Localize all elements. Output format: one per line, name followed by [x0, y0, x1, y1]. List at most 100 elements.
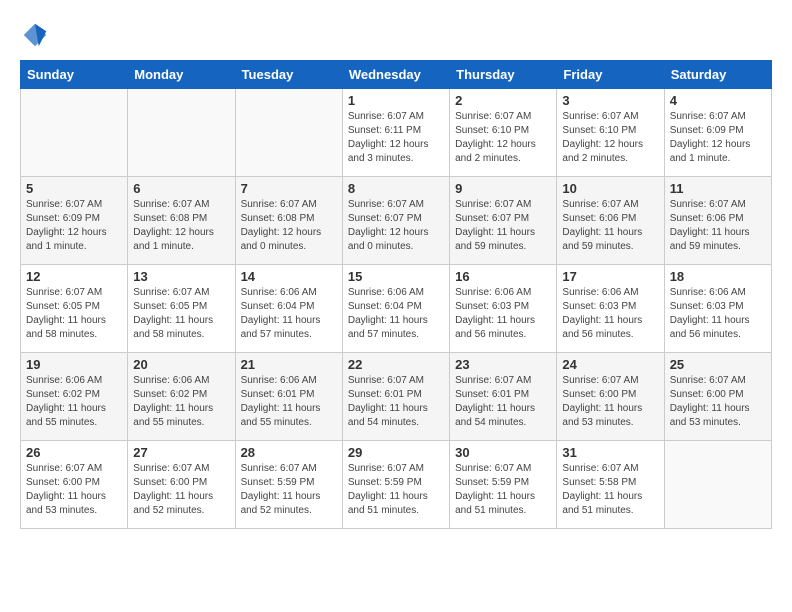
calendar-cell: 29 Sunrise: 6:07 AM Sunset: 5:59 PM Dayli…: [342, 441, 449, 529]
day-info: Sunrise: 6:07 AM Sunset: 6:11 PM Dayligh…: [348, 110, 444, 166]
calendar-cell: 10 Sunrise: 6:07 AM Sunset: 6:06 PM Dayli…: [557, 177, 664, 265]
calendar-week-1: 1 Sunrise: 6:07 AM Sunset: 6:11 PM Daylig…: [21, 89, 772, 177]
calendar-cell: 20 Sunrise: 6:06 AM Sunset: 6:02 PM Dayli…: [128, 353, 235, 441]
calendar-cell: [128, 89, 235, 177]
day-number: 15: [348, 269, 444, 284]
day-info: Sunrise: 6:07 AM Sunset: 6:00 PM Dayligh…: [670, 374, 766, 430]
day-info: Sunrise: 6:06 AM Sunset: 6:04 PM Dayligh…: [241, 286, 337, 342]
day-info: Sunrise: 6:07 AM Sunset: 6:06 PM Dayligh…: [562, 198, 658, 254]
day-info: Sunrise: 6:06 AM Sunset: 6:03 PM Dayligh…: [455, 286, 551, 342]
day-info: Sunrise: 6:06 AM Sunset: 6:03 PM Dayligh…: [562, 286, 658, 342]
day-info: Sunrise: 6:07 AM Sunset: 6:00 PM Dayligh…: [133, 462, 229, 518]
day-number: 7: [241, 181, 337, 196]
calendar-cell: 22Sunrise: 6:07 AM Sunset: 6:01 PM Dayli…: [342, 353, 449, 441]
day-number: 17: [562, 269, 658, 284]
calendar-cell: 2 Sunrise: 6:07 AM Sunset: 6:10 PM Daylig…: [450, 89, 557, 177]
day-number: 26: [26, 445, 122, 460]
day-info: Sunrise: 6:07 AM Sunset: 6:07 PM Dayligh…: [348, 198, 444, 254]
calendar-cell: 28Sunrise: 6:07 AM Sunset: 5:59 PM Dayli…: [235, 441, 342, 529]
logo: [20, 20, 54, 50]
day-info: Sunrise: 6:07 AM Sunset: 6:08 PM Dayligh…: [133, 198, 229, 254]
day-number: 25: [670, 357, 766, 372]
calendar-cell: 17 Sunrise: 6:06 AM Sunset: 6:03 PM Dayli…: [557, 265, 664, 353]
header-sunday: Sunday: [21, 61, 128, 89]
day-number: 1: [348, 93, 444, 108]
day-number: 29: [348, 445, 444, 460]
day-info: Sunrise: 6:07 AM Sunset: 6:09 PM Dayligh…: [670, 110, 766, 166]
day-info: Sunrise: 6:07 AM Sunset: 5:59 PM Dayligh…: [241, 462, 337, 518]
calendar-cell: 30 Sunrise: 6:07 AM Sunset: 5:59 PM Dayli…: [450, 441, 557, 529]
day-info: Sunrise: 6:06 AM Sunset: 6:02 PM Dayligh…: [133, 374, 229, 430]
day-number: 31: [562, 445, 658, 460]
calendar-cell: 23 Sunrise: 6:07 AM Sunset: 6:01 PM Dayli…: [450, 353, 557, 441]
calendar-cell: 26Sunrise: 6:07 AM Sunset: 6:00 PM Dayli…: [21, 441, 128, 529]
day-number: 20: [133, 357, 229, 372]
day-info: Sunrise: 6:07 AM Sunset: 5:59 PM Dayligh…: [455, 462, 551, 518]
calendar-cell: 4Sunrise: 6:07 AM Sunset: 6:09 PM Daylig…: [664, 89, 771, 177]
day-number: 13: [133, 269, 229, 284]
header-tuesday: Tuesday: [235, 61, 342, 89]
calendar-week-3: 12 Sunrise: 6:07 AM Sunset: 6:05 PM Dayli…: [21, 265, 772, 353]
calendar-cell: 13 Sunrise: 6:07 AM Sunset: 6:05 PM Dayli…: [128, 265, 235, 353]
calendar-cell: 24 Sunrise: 6:07 AM Sunset: 6:00 PM Dayli…: [557, 353, 664, 441]
calendar-cell: 1 Sunrise: 6:07 AM Sunset: 6:11 PM Daylig…: [342, 89, 449, 177]
calendar-cell: 11 Sunrise: 6:07 AM Sunset: 6:06 PM Dayli…: [664, 177, 771, 265]
day-number: 9: [455, 181, 551, 196]
day-number: 6: [133, 181, 229, 196]
calendar-cell: 14 Sunrise: 6:06 AM Sunset: 6:04 PM Dayli…: [235, 265, 342, 353]
day-number: 8: [348, 181, 444, 196]
day-info: Sunrise: 6:07 AM Sunset: 5:59 PM Dayligh…: [348, 462, 444, 518]
header-thursday: Thursday: [450, 61, 557, 89]
day-info: Sunrise: 6:07 AM Sunset: 6:01 PM Dayligh…: [455, 374, 551, 430]
calendar-cell: 6 Sunrise: 6:07 AM Sunset: 6:08 PM Daylig…: [128, 177, 235, 265]
calendar-cell: 5 Sunrise: 6:07 AM Sunset: 6:09 PM Daylig…: [21, 177, 128, 265]
day-number: 5: [26, 181, 122, 196]
day-number: 22: [348, 357, 444, 372]
day-info: Sunrise: 6:06 AM Sunset: 6:04 PM Dayligh…: [348, 286, 444, 342]
calendar-cell: [21, 89, 128, 177]
day-number: 2: [455, 93, 551, 108]
calendar-table: SundayMondayTuesdayWednesdayThursdayFrid…: [20, 60, 772, 529]
day-number: 23: [455, 357, 551, 372]
calendar-cell: 8 Sunrise: 6:07 AM Sunset: 6:07 PM Daylig…: [342, 177, 449, 265]
day-number: 12: [26, 269, 122, 284]
day-number: 14: [241, 269, 337, 284]
calendar-header-row: SundayMondayTuesdayWednesdayThursdayFrid…: [21, 61, 772, 89]
day-number: 10: [562, 181, 658, 196]
day-info: Sunrise: 6:07 AM Sunset: 6:05 PM Dayligh…: [133, 286, 229, 342]
calendar-week-4: 19 Sunrise: 6:06 AM Sunset: 6:02 PM Dayli…: [21, 353, 772, 441]
header-wednesday: Wednesday: [342, 61, 449, 89]
calendar-cell: [664, 441, 771, 529]
day-info: Sunrise: 6:07 AM Sunset: 6:09 PM Dayligh…: [26, 198, 122, 254]
header-friday: Friday: [557, 61, 664, 89]
day-number: 3: [562, 93, 658, 108]
calendar-week-5: 26 Sunrise: 6:07 AM Sunset: 6:00 PM Dayli…: [21, 441, 772, 529]
day-info: Sunrise: 6:06 AM Sunset: 6:03 PM Dayligh…: [670, 286, 766, 342]
calendar-cell: [235, 89, 342, 177]
day-info: Sunrise: 6:07 AM Sunset: 6:08 PM Dayligh…: [241, 198, 337, 254]
day-number: 21: [241, 357, 337, 372]
day-number: 11: [670, 181, 766, 196]
calendar-cell: 25 Sunrise: 6:07 AM Sunset: 6:00 PM Dayli…: [664, 353, 771, 441]
calendar-cell: 7 Sunrise: 6:07 AM Sunset: 6:08 PM Daylig…: [235, 177, 342, 265]
day-info: Sunrise: 6:07 AM Sunset: 6:00 PM Dayligh…: [562, 374, 658, 430]
calendar-cell: 18Sunrise: 6:06 AM Sunset: 6:03 PM Dayli…: [664, 265, 771, 353]
calendar-cell: 31Sunrise: 6:07 AM Sunset: 5:58 PM Dayli…: [557, 441, 664, 529]
day-info: Sunrise: 6:06 AM Sunset: 6:01 PM Dayligh…: [241, 374, 337, 430]
calendar-cell: 3 Sunrise: 6:07 AM Sunset: 6:10 PM Daylig…: [557, 89, 664, 177]
calendar-cell: 12 Sunrise: 6:07 AM Sunset: 6:05 PM Dayli…: [21, 265, 128, 353]
day-number: 30: [455, 445, 551, 460]
calendar-week-2: 5 Sunrise: 6:07 AM Sunset: 6:09 PM Daylig…: [21, 177, 772, 265]
day-info: Sunrise: 6:07 AM Sunset: 6:05 PM Dayligh…: [26, 286, 122, 342]
day-info: Sunrise: 6:07 AM Sunset: 6:10 PM Dayligh…: [562, 110, 658, 166]
day-number: 24: [562, 357, 658, 372]
calendar-cell: 27Sunrise: 6:07 AM Sunset: 6:00 PM Dayli…: [128, 441, 235, 529]
calendar-cell: 16Sunrise: 6:06 AM Sunset: 6:03 PM Dayli…: [450, 265, 557, 353]
calendar-cell: 9Sunrise: 6:07 AM Sunset: 6:07 PM Daylig…: [450, 177, 557, 265]
day-info: Sunrise: 6:07 AM Sunset: 6:10 PM Dayligh…: [455, 110, 551, 166]
day-number: 19: [26, 357, 122, 372]
header-saturday: Saturday: [664, 61, 771, 89]
calendar-cell: 19Sunrise: 6:06 AM Sunset: 6:02 PM Dayli…: [21, 353, 128, 441]
day-info: Sunrise: 6:07 AM Sunset: 6:06 PM Dayligh…: [670, 198, 766, 254]
calendar-cell: 15 Sunrise: 6:06 AM Sunset: 6:04 PM Dayli…: [342, 265, 449, 353]
